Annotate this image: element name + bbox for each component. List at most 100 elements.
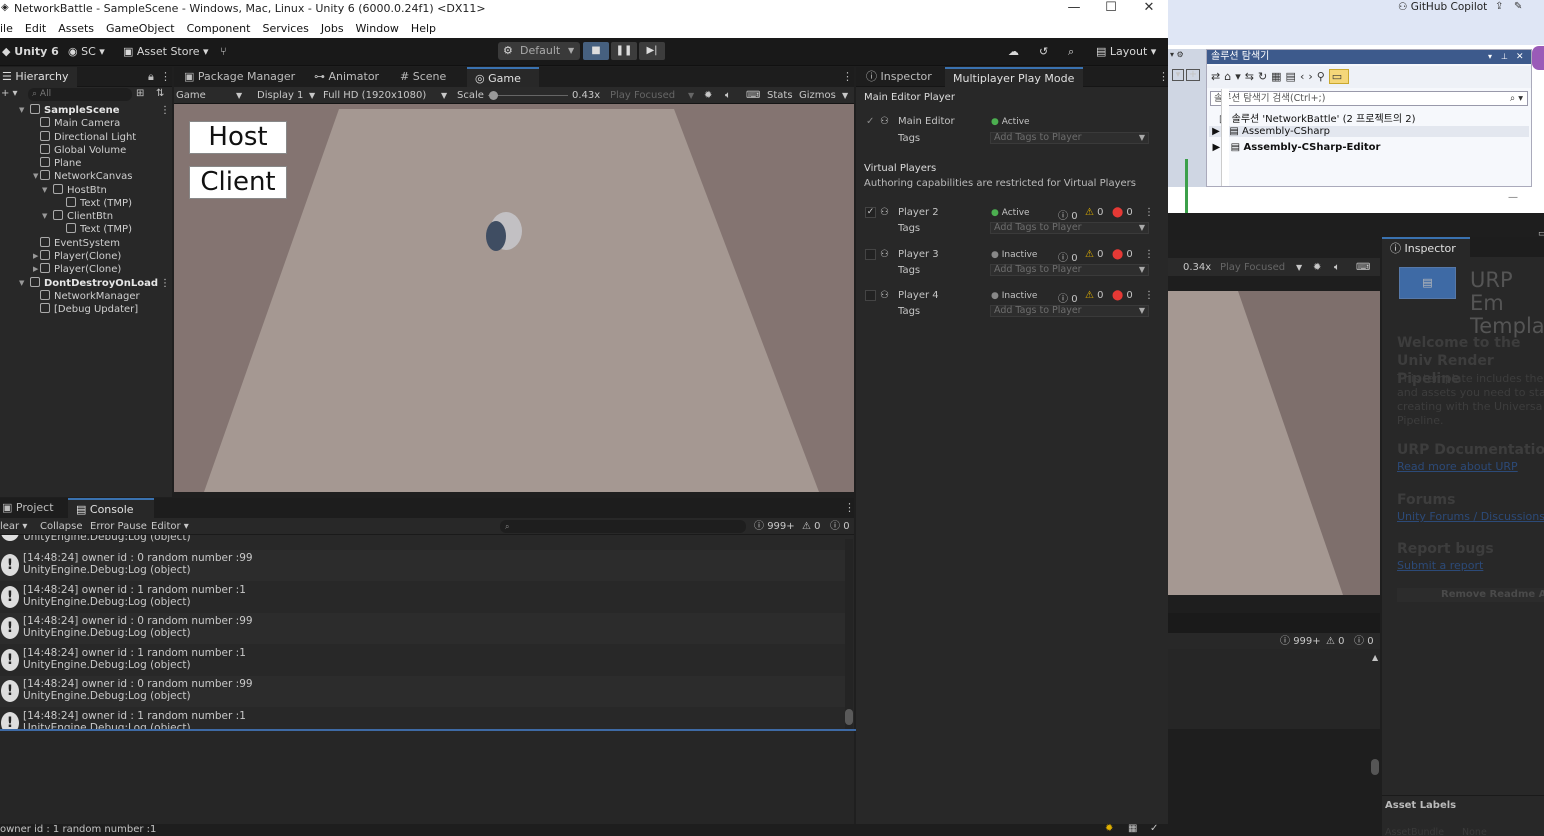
second-tab-inspector[interactable]: ⓘ Inspector: [1382, 237, 1470, 257]
scene-kebab-icon[interactable]: ⋮: [160, 277, 170, 290]
warning-count-toggle[interactable]: ⚠ 0: [802, 519, 821, 534]
tab-hierarchy[interactable]: ☰ Hierarchy: [0, 67, 77, 87]
vs-dropdown-icon[interactable]: ▾ ⚙: [1170, 50, 1184, 59]
second-play-focused[interactable]: Play Focused: [1220, 260, 1285, 275]
account-button[interactable]: ◉ SC ▾: [68, 43, 105, 61]
feedback-icon[interactable]: ✎: [1514, 1, 1522, 12]
close-button[interactable]: ✕: [1130, 0, 1168, 18]
hierarchy-item[interactable]: Text (TMP): [0, 223, 170, 236]
player-error-count[interactable]: ⬤ 0: [1112, 290, 1133, 301]
tab-scene[interactable]: # Scene: [392, 67, 454, 87]
second-error-count[interactable]: ⓘ 0: [1354, 634, 1374, 649]
second-game-viewport[interactable]: [1168, 291, 1380, 595]
second-chevron-icon[interactable]: ▼: [1296, 260, 1302, 275]
console-entry[interactable]: ! [14:48:24] owner id : 1 random number :…: [0, 707, 845, 730]
collapse-arrow-icon[interactable]: ▶: [33, 263, 38, 276]
menu-file[interactable]: ile: [0, 18, 19, 35]
player-kebab-icon[interactable]: ⋮: [1144, 290, 1154, 301]
share-icon[interactable]: ⇪: [1495, 1, 1503, 12]
menu-jobs[interactable]: Jobs: [315, 18, 350, 35]
player-tags-dropdown[interactable]: Add Tags to Player ▼: [990, 305, 1149, 317]
console-search-input[interactable]: ⌕: [500, 520, 746, 533]
player-tags-dropdown[interactable]: Add Tags to Player ▼: [990, 263, 1149, 276]
player-checkbox[interactable]: [865, 248, 876, 260]
status-message[interactable]: owner id : 1 random number :1: [0, 824, 156, 835]
remove-readme-button[interactable]: Remove Readme Ass: [1397, 588, 1544, 602]
asset-store-button[interactable]: ▣ Asset Store ▾: [123, 43, 209, 61]
stats-button[interactable]: Stats: [767, 88, 793, 103]
menu-window[interactable]: Window: [350, 18, 405, 35]
log-count-toggle[interactable]: ⓘ 999+: [754, 519, 795, 534]
second-scroll-thumb[interactable]: [1371, 759, 1379, 775]
layout-dropdown[interactable]: ▤ Layout ▾: [1096, 43, 1156, 61]
clear-dropdown[interactable]: lear ▾: [0, 519, 27, 534]
sort-icon[interactable]: ⇅: [156, 88, 164, 99]
hierarchy-item[interactable]: ▶ Player(Clone): [0, 249, 170, 263]
solution-explorer-toolbar[interactable]: ⇄⌂▾⇆↻▦▤‹›⚲ ▭: [1207, 66, 1531, 88]
search-icon[interactable]: ⌕: [1068, 43, 1074, 61]
hierarchy-scene-row[interactable]: ▼ SampleScene ⋮: [0, 104, 170, 117]
console-entry[interactable]: ! [14:48:24] owner id : 0 random number :…: [0, 613, 845, 644]
mute-icon[interactable]: 🔈︎: [725, 88, 731, 103]
vs-dropdown-box[interactable]: ▾: [1172, 69, 1184, 81]
hierarchy-item[interactable]: Plane: [0, 157, 170, 170]
resolution-dropdown[interactable]: Full HD (1920x1080) ▼: [323, 88, 447, 103]
player-warning-count[interactable]: ⚠ 0: [1085, 207, 1104, 218]
step-button[interactable]: ▶|: [639, 42, 665, 60]
player-checkbox[interactable]: [865, 290, 876, 301]
hierarchy-item[interactable]: [Debug Updater]: [0, 303, 170, 316]
console-entry[interactable]: ! [14:48:24] owner id : 0 random number :…: [0, 550, 845, 581]
panel-dropdown-icon[interactable]: ▾: [1488, 50, 1492, 64]
tab-animator[interactable]: ⊶ Animator: [306, 67, 387, 87]
menu-gameobject[interactable]: GameObject: [100, 18, 181, 35]
console-scrollbar[interactable]: [845, 539, 853, 729]
tab-project[interactable]: ▣ Project: [0, 498, 62, 518]
second-debug-icon[interactable]: ✹: [1313, 260, 1321, 275]
pause-button[interactable]: ❚❚: [611, 42, 637, 60]
main-editor-tags-dropdown[interactable]: Add Tags to Player ▼: [990, 132, 1149, 144]
hierarchy-item[interactable]: Global Volume: [0, 143, 170, 157]
hierarchy-item[interactable]: Text (TMP): [0, 196, 170, 210]
hierarchy-item[interactable]: ▶ Player(Clone): [0, 263, 170, 276]
check-icon[interactable]: ✓: [1150, 823, 1158, 834]
editor-dropdown[interactable]: Editor ▾: [151, 519, 189, 534]
menu-services[interactable]: Services: [256, 18, 314, 35]
expand-arrow-icon[interactable]: ▼: [42, 184, 47, 197]
play-button[interactable]: ■: [583, 42, 609, 60]
menu-assets[interactable]: Assets: [52, 18, 100, 35]
forums-link[interactable]: Unity Forums / Discussions: [1397, 510, 1544, 523]
unity-version-button[interactable]: ◆ Unity 6: [2, 43, 59, 61]
tab-package-manager[interactable]: ▣ Package Manager: [176, 67, 303, 87]
scale-slider-thumb[interactable]: [489, 91, 498, 100]
client-button[interactable]: Client: [189, 166, 287, 199]
hierarchy-search-input[interactable]: ⌕ All: [28, 88, 132, 101]
solution-search-input[interactable]: 솔루션 탐색기 검색(Ctrl+;) ⌕ ▾: [1210, 91, 1528, 106]
collapse-arrow-icon[interactable]: ▶: [33, 250, 38, 263]
vs-add-icon[interactable]: +: [1186, 69, 1200, 81]
hierarchy-item[interactable]: ▼ NetworkCanvas: [0, 170, 170, 183]
hierarchy-item[interactable]: EventSystem: [0, 236, 170, 250]
copilot-button[interactable]: ⚇ GitHub Copilot: [1398, 1, 1487, 13]
expand-arrow-icon[interactable]: ▼: [19, 104, 24, 117]
minimize-button[interactable]: —: [1055, 0, 1093, 18]
panel-close-icon[interactable]: ✕: [1516, 50, 1524, 64]
player-kebab-icon[interactable]: ⋮: [1144, 249, 1154, 260]
collapse-toggle[interactable]: Collapse: [40, 519, 83, 534]
error-count-toggle[interactable]: ⓘ 0: [830, 519, 850, 534]
debug-icon[interactable]: ✹: [704, 88, 712, 103]
host-button[interactable]: Host: [189, 121, 287, 154]
second-keyboard-icon[interactable]: ⌨: [1356, 260, 1370, 275]
player-tags-dropdown[interactable]: Add Tags to Player ▼: [990, 222, 1149, 234]
tab-inspector[interactable]: ⓘ Inspector: [858, 67, 940, 87]
debug-status-icon[interactable]: ✹: [1105, 823, 1113, 834]
player-kebab-icon[interactable]: ⋮: [1144, 207, 1154, 218]
pin-icon[interactable]: ⊥: [1501, 50, 1508, 64]
player-error-count[interactable]: ⬤ 0: [1112, 249, 1133, 260]
tab-console[interactable]: ▤ Console: [68, 498, 154, 518]
play-focused-dropdown[interactable]: Play Focused ▼: [610, 88, 694, 103]
project-node-2[interactable]: ▶ ▤ Assembly-CSharp-Editor: [1209, 142, 1380, 153]
maximize-button[interactable]: ☐: [1092, 0, 1130, 18]
player-warning-count[interactable]: ⚠ 0: [1085, 249, 1104, 260]
hierarchy-item[interactable]: NetworkManager: [0, 289, 170, 303]
console-entry[interactable]: ! [14:48:24] owner id : 1 random number :…: [0, 581, 845, 613]
